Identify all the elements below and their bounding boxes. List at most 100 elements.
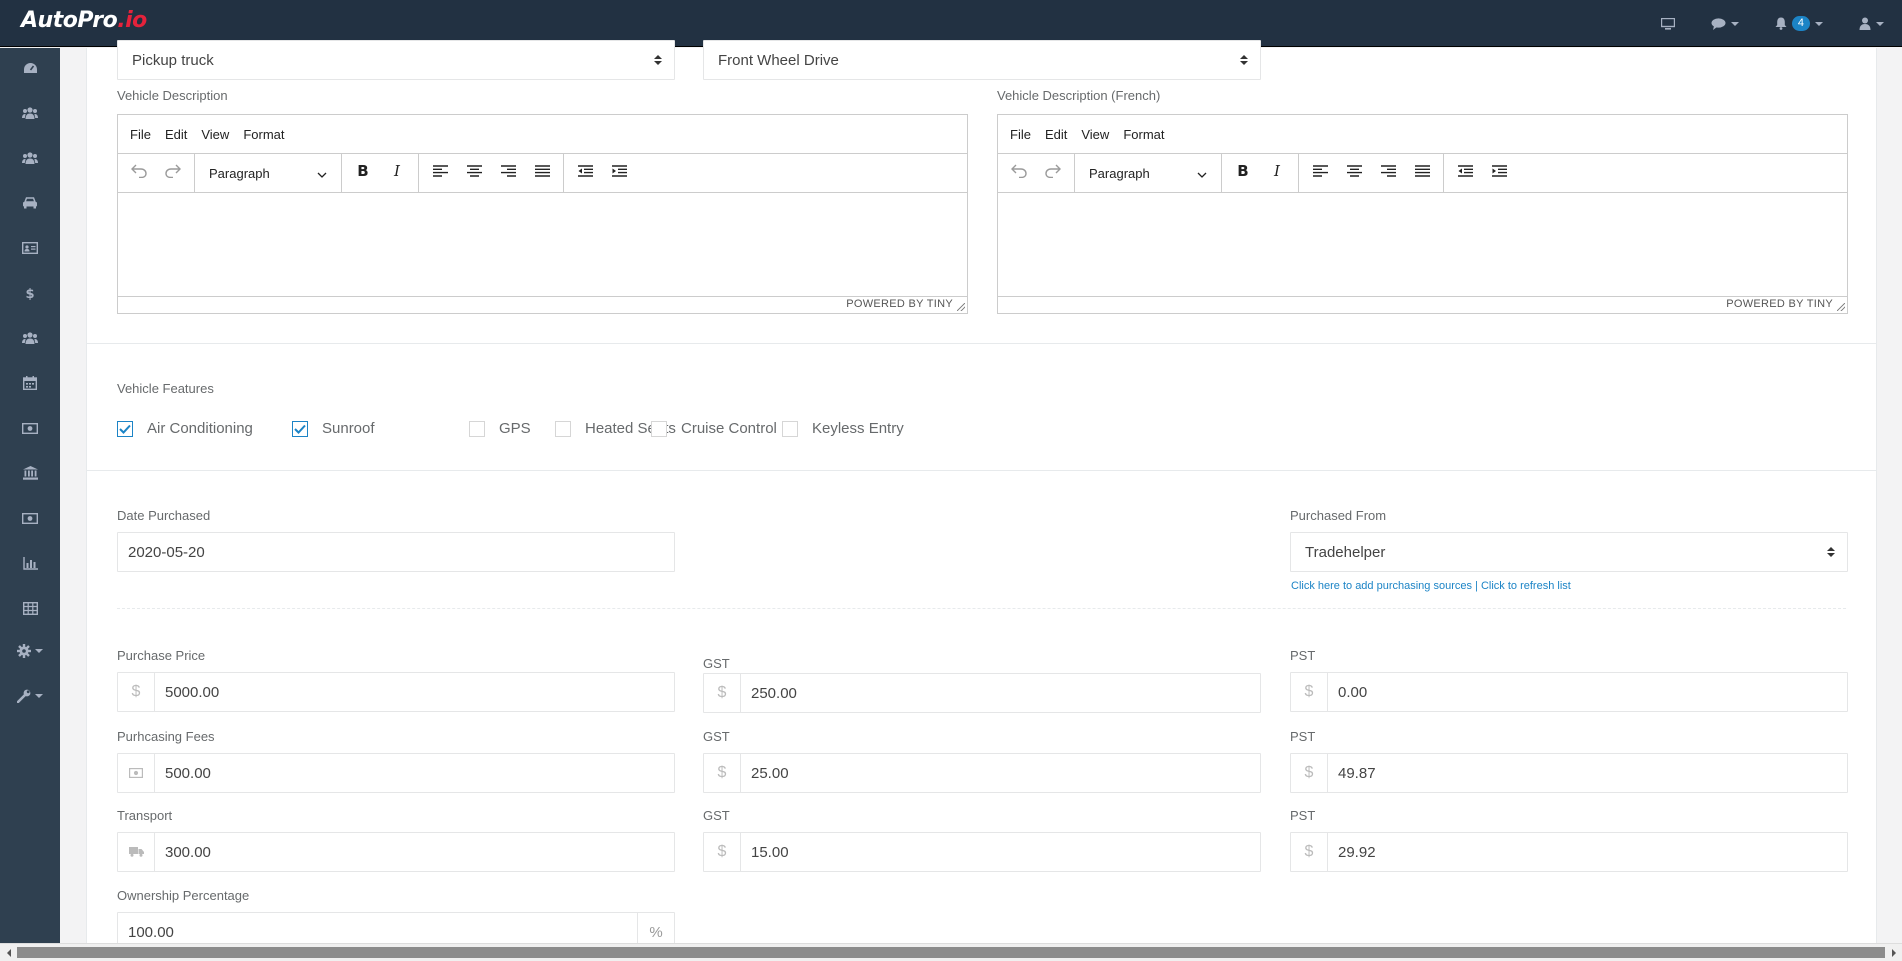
menu-view[interactable]: View (194, 127, 236, 142)
align-left-button[interactable] (423, 158, 457, 188)
sidebar-item-dashboard[interactable] (0, 53, 60, 83)
team-icon (22, 332, 38, 344)
sidebar-item-tools[interactable] (0, 681, 60, 711)
menu-file[interactable]: File (123, 127, 158, 142)
italic-button[interactable]: I (380, 158, 414, 188)
sidebar-item-reports[interactable] (0, 548, 60, 578)
scroll-left-icon[interactable] (0, 944, 17, 961)
align-right-button[interactable] (1371, 158, 1405, 188)
editor-content-area[interactable] (998, 193, 1847, 296)
monitor-button[interactable] (1643, 17, 1693, 30)
bold-button[interactable]: B (346, 158, 380, 188)
sidebar-item-tables[interactable] (0, 593, 60, 623)
checkbox-unchecked-icon[interactable] (555, 420, 571, 437)
indent-button[interactable] (602, 158, 636, 188)
purchase-price-input[interactable]: $ 5000.00 (117, 672, 675, 712)
editor-menubar: File Edit View Format (998, 115, 1847, 154)
menu-format[interactable]: Format (1116, 127, 1171, 142)
editor-content-area[interactable] (118, 193, 967, 296)
sidebar-item-payments[interactable] (0, 413, 60, 443)
feature-sunroof-checkbox[interactable]: Sunroof (292, 420, 375, 437)
sidebar-item-groups[interactable] (0, 143, 60, 173)
feature-keyless-entry-checkbox[interactable]: Keyless Entry (782, 420, 904, 437)
italic-button[interactable]: I (1260, 158, 1294, 188)
resize-handle-icon[interactable] (1837, 303, 1845, 311)
block-format-select[interactable]: Paragraph (199, 158, 337, 188)
notifications-button[interactable]: 4 (1757, 16, 1841, 31)
drive-type-select[interactable]: Front Wheel Drive (703, 40, 1261, 80)
purchasing-fees-pst-input[interactable]: $ 49.87 (1290, 753, 1848, 793)
checkbox-unchecked-icon[interactable] (469, 420, 485, 437)
editor-statusbar: POWERED BY TINY (998, 296, 1847, 313)
align-right-button[interactable] (491, 158, 525, 188)
redo-button[interactable] (1036, 158, 1070, 188)
body-type-select[interactable]: Pickup truck (117, 40, 675, 80)
menu-view[interactable]: View (1074, 127, 1116, 142)
powered-by-tiny-link[interactable]: POWERED BY TINY (1726, 298, 1833, 310)
checkbox-checked-icon[interactable] (117, 420, 133, 437)
svg-text:$: $ (25, 287, 34, 300)
transport-gst-input[interactable]: $ 15.00 (703, 832, 1261, 872)
truck-icon (118, 833, 155, 871)
feature-cruise-control-checkbox[interactable]: Cruise Control (651, 420, 777, 437)
menu-edit[interactable]: Edit (1038, 127, 1074, 142)
purchased-from-select[interactable]: Tradehelper (1290, 532, 1848, 572)
scrollbar-thumb[interactable] (17, 947, 1885, 958)
indent-button[interactable] (1482, 158, 1516, 188)
purchase-price-gst-input[interactable]: $ 250.00 (703, 673, 1261, 713)
refresh-list-link[interactable]: Click to refresh list (1481, 580, 1571, 592)
feature-air-conditioning-checkbox[interactable]: Air Conditioning (117, 420, 253, 437)
block-format-select[interactable]: Paragraph (1079, 158, 1217, 188)
add-purchasing-sources-link[interactable]: Click here to add purchasing sources (1291, 580, 1472, 592)
undo-button[interactable] (122, 158, 156, 188)
checkbox-unchecked-icon[interactable] (651, 420, 667, 437)
purchasing-fees-pst-label: PST (1290, 729, 1316, 744)
messages-button[interactable] (1693, 17, 1757, 30)
feature-gps-checkbox[interactable]: GPS (469, 420, 531, 437)
outdent-button[interactable] (1448, 158, 1482, 188)
feature-label: Sunroof (322, 420, 375, 437)
resize-handle-icon[interactable] (957, 303, 965, 311)
purchasing-fees-gst-label: GST (703, 729, 730, 744)
sidebar-item-finance[interactable]: $ (0, 278, 60, 308)
sidebar-item-calendar[interactable] (0, 368, 60, 398)
purchasing-fees-gst-input[interactable]: $ 25.00 (703, 753, 1261, 793)
outdent-button[interactable] (568, 158, 602, 188)
menu-format[interactable]: Format (236, 127, 291, 142)
align-justify-button[interactable] (525, 158, 559, 188)
sidebar-item-settings[interactable] (0, 636, 60, 666)
purchasing-fees-input[interactable]: 500.00 (117, 753, 675, 793)
scroll-right-icon[interactable] (1885, 944, 1902, 961)
checkbox-checked-icon[interactable] (292, 420, 308, 437)
undo-button[interactable] (1002, 158, 1036, 188)
align-center-button[interactable] (1337, 158, 1371, 188)
menu-edit[interactable]: Edit (158, 127, 194, 142)
sidebar-item-contacts[interactable] (0, 233, 60, 263)
align-justify-button[interactable] (1405, 158, 1439, 188)
align-center-button[interactable] (457, 158, 491, 188)
user-menu-button[interactable] (1841, 17, 1902, 30)
sidebar-item-users[interactable] (0, 98, 60, 128)
align-left-button[interactable] (1303, 158, 1337, 188)
date-purchased-input[interactable]: 2020-05-20 (117, 532, 675, 572)
menu-file[interactable]: File (1003, 127, 1038, 142)
redo-button[interactable] (156, 158, 190, 188)
sidebar-item-bank[interactable] (0, 458, 60, 488)
svg-text:I: I (393, 164, 401, 178)
transport-pst-label: PST (1290, 808, 1316, 823)
sidebar-item-team[interactable] (0, 323, 60, 353)
gear-icon (17, 644, 31, 658)
horizontal-scrollbar[interactable] (0, 943, 1902, 961)
checkbox-unchecked-icon[interactable] (782, 420, 798, 437)
transport-input[interactable]: 300.00 (117, 832, 675, 872)
bold-button[interactable]: B (1226, 158, 1260, 188)
sidebar-item-vehicles[interactable] (0, 188, 60, 218)
powered-by-tiny-link[interactable]: POWERED BY TINY (846, 298, 953, 310)
sidebar-item-cash[interactable] (0, 503, 60, 533)
app-logo[interactable]: AutoPro.io (21, 8, 147, 33)
align-center-icon (1346, 164, 1362, 182)
italic-icon: I (392, 162, 402, 183)
section-divider (87, 470, 1876, 471)
transport-pst-input[interactable]: $ 29.92 (1290, 832, 1848, 872)
purchase-price-pst-input[interactable]: $ 0.00 (1290, 672, 1848, 712)
